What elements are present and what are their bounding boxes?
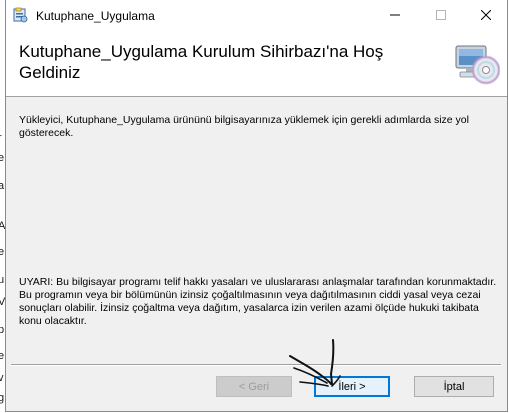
minimize-icon (390, 7, 400, 25)
background-text-fragment: u (0, 274, 5, 286)
background-text-fragment: g (0, 392, 5, 404)
close-button[interactable] (463, 0, 509, 31)
background-text-fragment: e (0, 246, 5, 258)
intro-text: Yükleyici, Kutuphane_Uygulama ürününü bi… (19, 114, 469, 139)
computer-cd-icon (452, 40, 501, 88)
background-text-fragment: r (0, 132, 2, 144)
maximize-button[interactable] (418, 0, 464, 31)
title-bar[interactable]: Kutuphane_Uygulama (6, 0, 507, 31)
background-text-fragment: v (0, 372, 4, 384)
copyright-warning-text: UYARI: Bu bilgisayar programı telif hakk… (19, 276, 497, 327)
wizard-header: Kutuphane_Uygulama Kurulum Sihirbazı'na … (6, 31, 507, 97)
next-button[interactable]: İleri > (314, 376, 390, 397)
window-title: Kutuphane_Uygulama (36, 9, 155, 23)
close-icon (480, 7, 492, 25)
minimize-button[interactable] (372, 0, 418, 31)
wizard-body: Yükleyici, Kutuphane_Uygulama ürününü bi… (6, 97, 507, 365)
back-button[interactable]: < Geri (216, 376, 292, 397)
button-divider (11, 364, 501, 366)
wizard-heading: Kutuphane_Uygulama Kurulum Sihirbazı'na … (19, 42, 384, 82)
background-text-fragment: p (0, 324, 5, 336)
setup-wizard-window: Kutuphane_Uygulama Kutuphane_Uygulama Ku… (5, 0, 508, 412)
background-text-fragment: a (0, 180, 5, 192)
cancel-button[interactable]: İptal (414, 376, 494, 397)
maximize-icon (436, 7, 446, 25)
background-text-fragment: e (0, 350, 5, 362)
background-text-fragment: e (0, 152, 5, 164)
installer-package-icon (12, 7, 28, 23)
